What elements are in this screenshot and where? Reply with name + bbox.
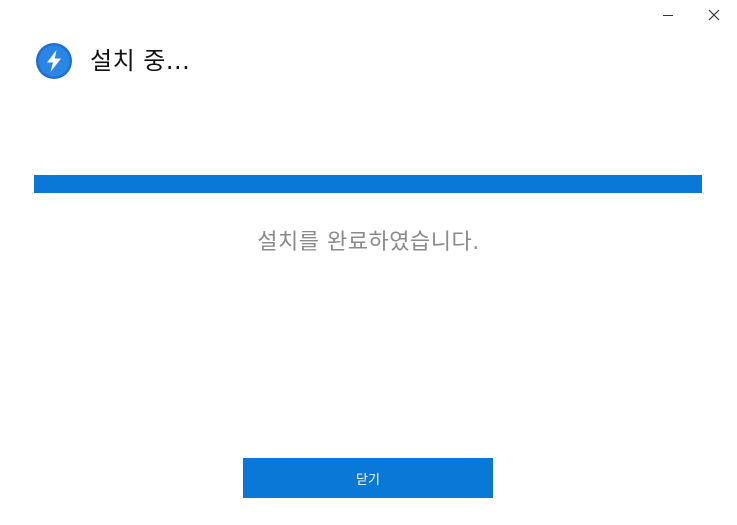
header: 설치 중... bbox=[36, 43, 190, 79]
close-button[interactable]: 닫기 bbox=[243, 458, 493, 498]
minimize-icon bbox=[663, 14, 673, 16]
close-icon bbox=[708, 9, 720, 21]
window-controls bbox=[645, 0, 737, 30]
progress-bar bbox=[34, 175, 702, 193]
lightning-bolt-icon bbox=[36, 43, 72, 79]
minimize-button[interactable] bbox=[645, 0, 691, 30]
status-message: 설치를 완료하였습니다. bbox=[257, 230, 480, 255]
page-title: 설치 중... bbox=[90, 47, 191, 75]
progress-fill bbox=[34, 175, 702, 193]
installer-window: 설치 중... 설치를 완료하였습니다. 닫기 bbox=[0, 0, 737, 525]
close-window-button[interactable] bbox=[691, 0, 737, 30]
